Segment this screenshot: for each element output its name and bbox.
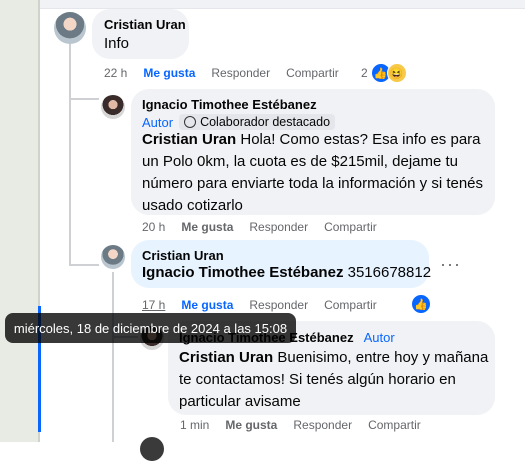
thread-line-branch-2: [69, 264, 99, 266]
like-button[interactable]: Me gusta: [181, 220, 233, 234]
comment-actions: 22 h Me gusta Responder Compartir: [104, 66, 355, 80]
left-panel: [0, 0, 40, 442]
timestamp-tooltip: miércoles, 18 de diciembre de 2024 a las…: [5, 313, 296, 343]
reply-button[interactable]: Responder: [249, 220, 308, 234]
reply-author[interactable]: Ignacio Timothee Estébanez: [142, 97, 482, 112]
share-button[interactable]: Compartir: [324, 298, 377, 312]
comment-time[interactable]: 22 h: [104, 66, 127, 80]
mention-link[interactable]: Cristian Uran: [179, 349, 273, 366]
reply-button[interactable]: Responder: [249, 298, 308, 312]
avatar-next[interactable]: [140, 437, 164, 461]
reaction-summary[interactable]: 👍: [411, 294, 431, 314]
reply-actions: 20 h Me gusta Responder Compartir: [142, 220, 393, 234]
reply-time[interactable]: 20 h: [142, 220, 165, 234]
avatar-ignacio[interactable]: [101, 95, 125, 119]
like-button[interactable]: Me gusta: [143, 66, 195, 80]
comment-author[interactable]: Cristian Uran: [104, 17, 186, 32]
author-label: Autor: [142, 114, 174, 130]
reply-actions: 17 h Me gusta Responder Compartir: [142, 298, 393, 312]
reply-header: Ignacio Timothee Estébanez Autor Colabor…: [142, 97, 482, 130]
reaction-count: 2: [361, 66, 368, 80]
badge-icon: [184, 116, 197, 128]
reply-author[interactable]: Cristian Uran: [142, 248, 224, 263]
author-label: Autor: [363, 330, 395, 345]
avatar-cristian[interactable]: [101, 245, 125, 269]
reply-bubble-selected: Cristian Uran Ignacio Timothee Estébanez…: [131, 240, 431, 288]
reply-text: Cristian Uran Buenisimo, entre hoy y mañ…: [179, 347, 489, 413]
haha-reaction-icon: 😆: [386, 63, 407, 83]
mention-link[interactable]: Ignacio Timothee Estébanez: [142, 264, 343, 281]
thread-line-sub: [112, 272, 114, 442]
share-button[interactable]: Compartir: [324, 220, 377, 234]
badge-label: Colaborador destacado: [200, 115, 331, 129]
reply-body: 3516678812: [343, 264, 432, 281]
top-divider: [40, 0, 525, 9]
top-contributor-badge: Colaborador destacado: [179, 114, 336, 130]
reply-text: Cristian Uran Hola! Como estas? Esa info…: [142, 129, 487, 217]
more-options-icon[interactable]: ···: [440, 254, 461, 275]
reaction-summary[interactable]: 2 👍 😆: [361, 63, 407, 83]
mention-link[interactable]: Cristian Uran: [142, 131, 236, 148]
thread-line-branch-1: [69, 98, 99, 100]
share-button[interactable]: Compartir: [286, 66, 339, 80]
like-button[interactable]: Me gusta: [181, 298, 233, 312]
reply-actions: 1 min Me gusta Responder Compartir: [180, 418, 437, 432]
like-button[interactable]: Me gusta: [225, 418, 277, 432]
reply-button[interactable]: Responder: [293, 418, 352, 432]
share-button[interactable]: Compartir: [368, 418, 421, 432]
thread-line-main: [69, 44, 71, 266]
comment-text: Info: [104, 35, 130, 52]
like-reaction-icon: 👍: [411, 294, 431, 314]
reply-bubble: Ignacio Timothee Estébanez Autor Colabor…: [131, 89, 495, 215]
reply-button[interactable]: Responder: [211, 66, 270, 80]
comment-bubble: Cristian Uran Info: [92, 9, 189, 59]
reply-text: Ignacio Timothee Estébanez 3516678812: [142, 262, 431, 284]
avatar-cristian[interactable]: [54, 12, 86, 44]
reply-time[interactable]: 1 min: [180, 418, 209, 432]
reply-time[interactable]: 17 h: [142, 298, 165, 312]
